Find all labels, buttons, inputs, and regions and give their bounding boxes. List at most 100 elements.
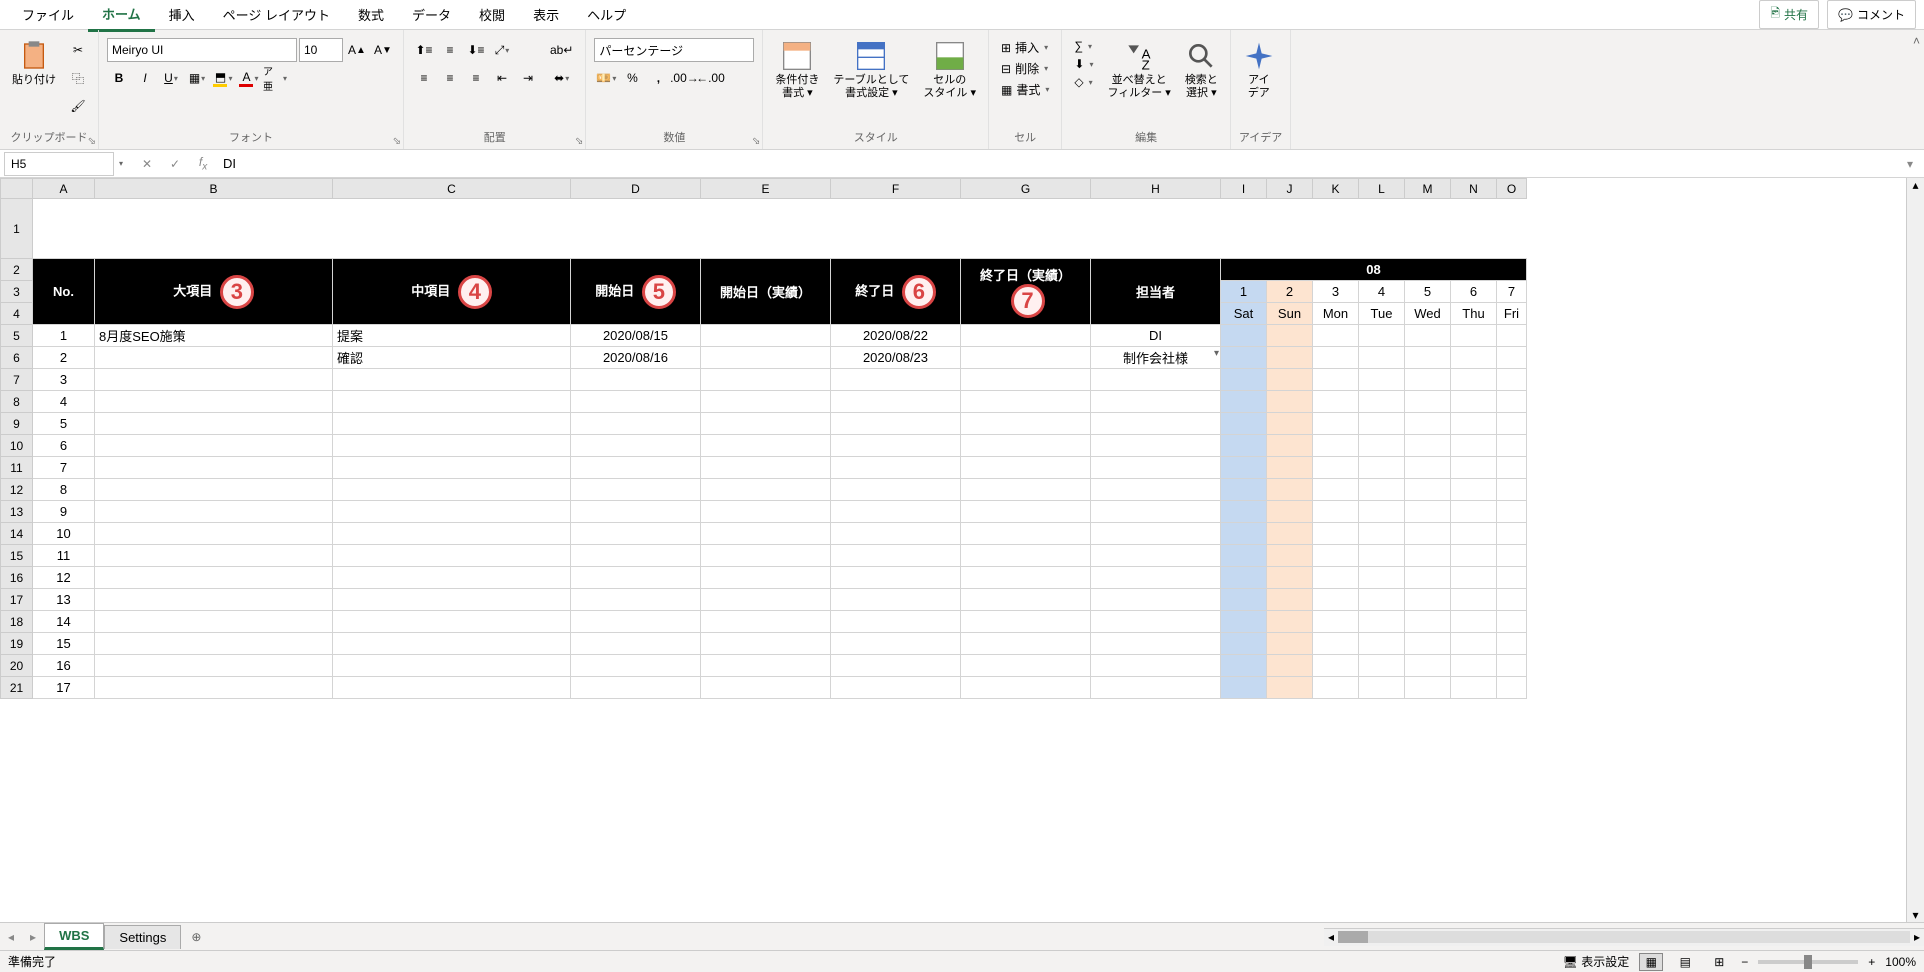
alignment-launcher[interactable]: ⬂: [575, 136, 583, 147]
cell[interactable]: [701, 369, 831, 391]
cell[interactable]: 提案: [333, 325, 571, 347]
cell[interactable]: 15: [33, 633, 95, 655]
row-header-5[interactable]: 5: [1, 325, 33, 347]
cell[interactable]: [831, 413, 961, 435]
cell[interactable]: [701, 479, 831, 501]
row-header-16[interactable]: 16: [1, 567, 33, 589]
gantt-cell[interactable]: [1267, 523, 1313, 545]
fill-color-button[interactable]: ⬒▾: [211, 66, 235, 90]
col-header-F[interactable]: F: [831, 179, 961, 199]
sheet-nav-prev[interactable]: ◂: [0, 930, 22, 944]
cell[interactable]: 16: [33, 655, 95, 677]
cell[interactable]: 2020/08/16: [571, 347, 701, 369]
add-sheet-button[interactable]: ⊕: [181, 930, 211, 944]
cell[interactable]: [95, 523, 333, 545]
col-header-B[interactable]: B: [95, 179, 333, 199]
cell[interactable]: [831, 589, 961, 611]
gantt-cell[interactable]: [1267, 457, 1313, 479]
cell[interactable]: [95, 545, 333, 567]
cell[interactable]: [333, 391, 571, 413]
gantt-cell[interactable]: [1313, 479, 1359, 501]
cell[interactable]: [1091, 523, 1221, 545]
gantt-cell[interactable]: [1267, 655, 1313, 677]
gantt-cell[interactable]: [1267, 435, 1313, 457]
row-header-1[interactable]: 1: [1, 199, 33, 259]
cell[interactable]: [571, 633, 701, 655]
col-header-E[interactable]: E: [701, 179, 831, 199]
cell[interactable]: [1091, 567, 1221, 589]
cell[interactable]: 3: [33, 369, 95, 391]
cell[interactable]: [571, 479, 701, 501]
cell[interactable]: 6: [33, 435, 95, 457]
row-header-19[interactable]: 19: [1, 633, 33, 655]
share-button[interactable]: 🖻共有: [1759, 0, 1819, 29]
fx-button[interactable]: fx: [189, 155, 217, 172]
cell[interactable]: [831, 501, 961, 523]
cell[interactable]: 2020/08/15: [571, 325, 701, 347]
phonetic-button[interactable]: ア亜▾: [263, 66, 287, 90]
collapse-ribbon-button[interactable]: ˄: [1909, 30, 1924, 149]
comma-button[interactable]: ,: [646, 66, 670, 90]
cell[interactable]: 4: [33, 391, 95, 413]
gantt-cell[interactable]: [1313, 677, 1359, 699]
zoom-out-button[interactable]: −: [1741, 955, 1748, 969]
gantt-cell[interactable]: [1497, 611, 1527, 633]
day-num[interactable]: 4: [1359, 281, 1405, 303]
cell[interactable]: 1: [33, 325, 95, 347]
fill-button[interactable]: ⬇ ▾: [1070, 56, 1097, 72]
cell[interactable]: [961, 633, 1091, 655]
autosum-button[interactable]: ∑ ▾: [1070, 38, 1097, 54]
gantt-cell[interactable]: [1405, 391, 1451, 413]
gantt-cell[interactable]: [1497, 589, 1527, 611]
cell[interactable]: 11: [33, 545, 95, 567]
gantt-cell[interactable]: [1451, 325, 1497, 347]
align-center-button[interactable]: ≡: [438, 66, 462, 90]
day-num[interactable]: 2: [1267, 281, 1313, 303]
gantt-cell[interactable]: [1221, 391, 1267, 413]
gantt-cell[interactable]: [1497, 655, 1527, 677]
indent-decrease-button[interactable]: ⇤: [490, 66, 514, 90]
gantt-cell[interactable]: [1359, 435, 1405, 457]
cell[interactable]: 5: [33, 413, 95, 435]
day-name[interactable]: Sun: [1267, 303, 1313, 325]
row-header-18[interactable]: 18: [1, 611, 33, 633]
cell[interactable]: 9: [33, 501, 95, 523]
gantt-cell[interactable]: [1359, 501, 1405, 523]
gantt-cell[interactable]: [1267, 633, 1313, 655]
row-header-8[interactable]: 8: [1, 391, 33, 413]
cell[interactable]: [1091, 611, 1221, 633]
cell[interactable]: [831, 655, 961, 677]
gantt-cell[interactable]: [1359, 655, 1405, 677]
cell[interactable]: 2020/08/22: [831, 325, 961, 347]
gantt-cell[interactable]: [1451, 457, 1497, 479]
cell[interactable]: [571, 655, 701, 677]
gantt-cell[interactable]: [1451, 567, 1497, 589]
clipboard-launcher[interactable]: ⬂: [88, 136, 96, 147]
gantt-cell[interactable]: [1221, 633, 1267, 655]
gantt-cell[interactable]: [1451, 435, 1497, 457]
gantt-cell[interactable]: [1267, 347, 1313, 369]
cell[interactable]: [1091, 413, 1221, 435]
clear-button[interactable]: ◇ ▾: [1070, 74, 1097, 90]
gantt-cell[interactable]: [1405, 457, 1451, 479]
cell[interactable]: [95, 655, 333, 677]
insert-cells-button[interactable]: ⊞挿入 ▾: [997, 38, 1053, 57]
gantt-cell[interactable]: [1359, 325, 1405, 347]
align-middle-button[interactable]: ≡: [438, 38, 462, 62]
horizontal-scrollbar[interactable]: ◂ ▸: [1324, 928, 1924, 946]
cell[interactable]: [333, 523, 571, 545]
cell[interactable]: [831, 435, 961, 457]
cell[interactable]: [831, 457, 961, 479]
comment-button[interactable]: 💬コメント: [1827, 0, 1916, 29]
cell[interactable]: 8: [33, 479, 95, 501]
gantt-cell[interactable]: [1359, 677, 1405, 699]
cell[interactable]: [333, 369, 571, 391]
cell[interactable]: 2020/08/23: [831, 347, 961, 369]
gantt-cell[interactable]: [1267, 611, 1313, 633]
tab-review[interactable]: 校閲: [465, 0, 519, 30]
day-num[interactable]: 7: [1497, 281, 1527, 303]
name-box[interactable]: [4, 152, 114, 176]
cell[interactable]: [95, 501, 333, 523]
cell[interactable]: [1091, 435, 1221, 457]
gantt-cell[interactable]: [1359, 611, 1405, 633]
